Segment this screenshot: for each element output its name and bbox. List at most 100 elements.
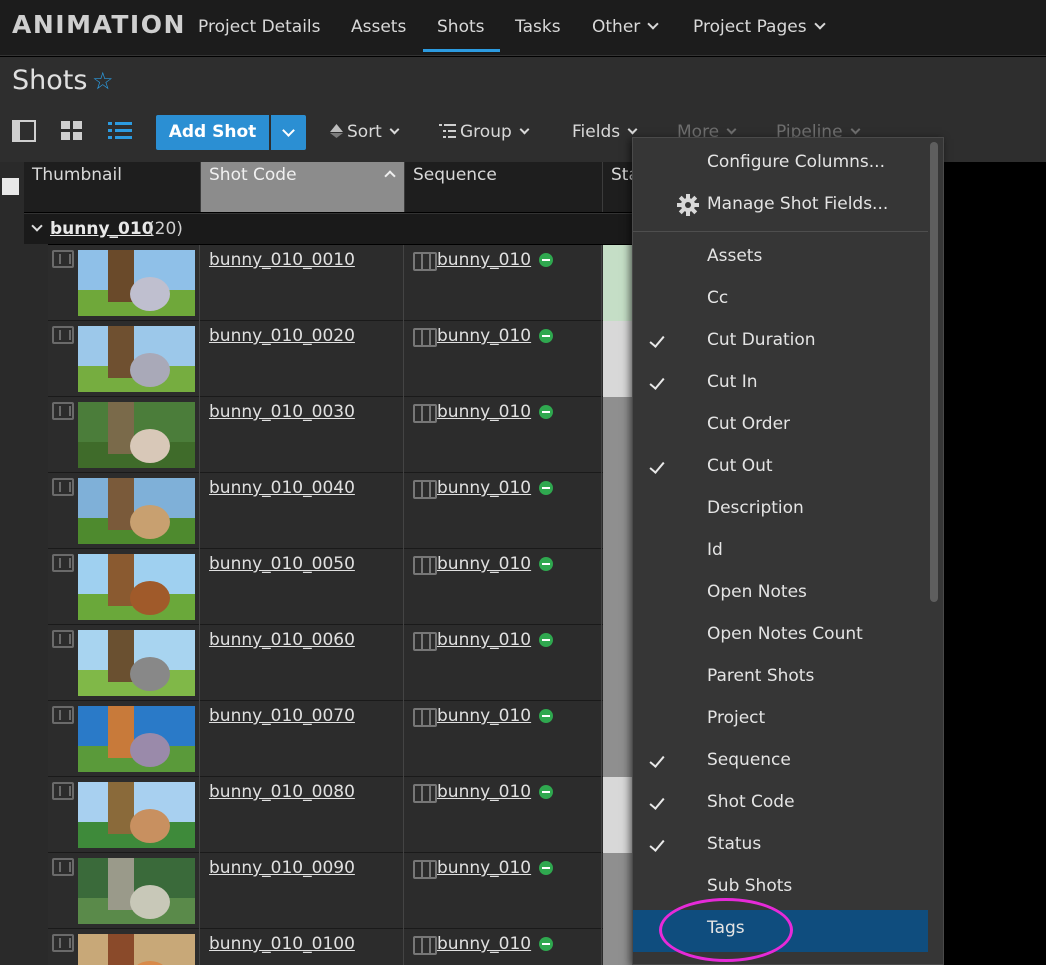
sequence-link[interactable]: bunny_010 [437,858,531,878]
shot-thumbnail-image[interactable] [78,934,195,965]
group-header-row[interactable]: bunny_010 (20) [24,213,632,244]
shot-thumbnail-image[interactable] [78,478,195,544]
shot-code-link[interactable]: bunny_010_0040 [209,478,355,498]
configure-columns-item[interactable]: Configure Columns... [633,144,928,186]
status-cell[interactable] [603,777,632,853]
field-item[interactable]: Description [633,490,928,532]
fields-button[interactable]: Fields [572,122,638,142]
column-header-shot-code[interactable]: Shot Code [201,162,405,212]
status-cell[interactable] [603,473,632,549]
field-item[interactable]: Open Notes Count [633,616,928,658]
field-item[interactable]: Cc [633,280,928,322]
table-row[interactable]: bunny_010_0090 bunny_010 [48,853,632,929]
sequence-link[interactable]: bunny_010 [437,554,531,574]
nav-assets[interactable]: Assets [351,17,406,37]
shot-thumbnail-image[interactable] [78,402,195,468]
shot-code-link[interactable]: bunny_010_0030 [209,402,355,422]
shot-code-link[interactable]: bunny_010_0010 [209,250,355,270]
field-item-label: Shot Code [707,792,795,812]
menu-scrollbar[interactable] [930,142,938,602]
table-row[interactable]: bunny_010_0030 bunny_010 [48,397,632,473]
status-cell[interactable] [603,853,632,929]
project-brand[interactable]: ANIMATION [12,10,186,39]
status-cell[interactable] [603,929,632,965]
field-item[interactable]: Sequence [633,742,928,784]
add-shot-dropdown-button[interactable] [271,115,306,150]
table-row[interactable]: bunny_010_0100 bunny_010 [48,929,632,965]
status-cell[interactable] [603,701,632,777]
table-row[interactable]: bunny_010_0060 bunny_010 [48,625,632,701]
sequence-link[interactable]: bunny_010 [437,402,531,422]
sequence-link[interactable]: bunny_010 [437,250,531,270]
field-item-label: Sequence [707,750,791,770]
add-shot-button[interactable]: Add Shot [156,115,269,150]
shot-code-link[interactable]: bunny_010_0070 [209,706,355,726]
sequence-cell: bunny_010 [405,625,602,701]
status-cell[interactable] [603,549,632,625]
shot-thumbnail-image[interactable] [78,782,195,848]
sequence-link[interactable]: bunny_010 [437,706,531,726]
shot-code-link[interactable]: bunny_010_0100 [209,934,355,954]
field-item[interactable]: Sub Shots [633,868,928,910]
shot-code-cell: bunny_010_0100 [201,929,404,965]
chevron-down-icon[interactable] [31,220,43,232]
field-item[interactable]: Open Notes [633,574,928,616]
field-item[interactable]: Cut In [633,364,928,406]
sequence-link[interactable]: bunny_010 [437,782,531,802]
detail-panel-icon[interactable] [12,120,36,142]
nav-tasks[interactable]: Tasks [515,17,561,37]
list-view-icon[interactable] [108,120,132,142]
sequence-link[interactable]: bunny_010 [437,478,531,498]
manage-shot-fields-item[interactable]: Manage Shot Fields... [633,186,928,228]
sort-button[interactable]: Sort [330,122,400,142]
star-outline-icon[interactable]: ☆ [92,67,114,95]
grid-view-icon[interactable] [60,120,84,142]
status-cell[interactable] [603,625,632,701]
field-item[interactable]: Status [633,826,928,868]
shot-thumbnail-image[interactable] [78,250,195,316]
sequence-link[interactable]: bunny_010 [437,326,531,346]
shot-thumbnail-image[interactable] [78,326,195,392]
table-row[interactable]: bunny_010_0010 bunny_010 [48,245,632,321]
field-item[interactable]: Parent Shots [633,658,928,700]
shot-thumbnail-image[interactable] [78,706,195,772]
field-item[interactable]: Cut Order [633,406,928,448]
nav-other[interactable]: Other [592,17,659,37]
status-cell[interactable] [603,397,632,473]
shot-thumbnail-image[interactable] [78,858,195,924]
nav-project-details[interactable]: Project Details [198,17,321,37]
shot-thumbnail-image[interactable] [78,630,195,696]
active-status-icon [539,633,553,647]
field-item[interactable]: Assets [633,238,928,280]
sequence-link[interactable]: bunny_010 [437,934,531,954]
table-row[interactable]: bunny_010_0080 bunny_010 [48,777,632,853]
field-item[interactable]: Project [633,700,928,742]
select-all-checkbox[interactable] [2,178,19,195]
field-item[interactable]: Cut Duration [633,322,928,364]
status-cell[interactable] [603,245,632,321]
shot-thumbnail-image[interactable] [78,554,195,620]
table-row[interactable]: bunny_010_0070 bunny_010 [48,701,632,777]
nav-shots[interactable]: Shots [437,17,485,37]
nav-project-pages[interactable]: Project Pages [693,17,826,37]
shot-code-link[interactable]: bunny_010_0080 [209,782,355,802]
shot-code-link[interactable]: bunny_010_0060 [209,630,355,650]
field-item[interactable]: Id [633,532,928,574]
group-button[interactable]: Group [439,122,530,142]
sequence-link[interactable]: bunny_010 [437,630,531,650]
shot-code-link[interactable]: bunny_010_0090 [209,858,355,878]
column-header-sequence[interactable]: Sequence [405,162,603,212]
shot-code-link[interactable]: bunny_010_0020 [209,326,355,346]
group-name-link[interactable]: bunny_010 [50,219,154,239]
film-strip-icon [52,630,74,648]
shot-code-link[interactable]: bunny_010_0050 [209,554,355,574]
table-row[interactable]: bunny_010_0040 bunny_010 [48,473,632,549]
table-row[interactable]: bunny_010_0050 bunny_010 [48,549,632,625]
column-header-thumbnail[interactable]: Thumbnail [24,162,201,212]
status-cell[interactable] [603,321,632,397]
shot-code-cell: bunny_010_0090 [201,853,404,929]
field-item[interactable]: Cut Out [633,448,928,490]
field-item[interactable]: Shot Code [633,784,928,826]
table-row[interactable]: bunny_010_0020 bunny_010 [48,321,632,397]
sequence-icon [413,252,437,271]
